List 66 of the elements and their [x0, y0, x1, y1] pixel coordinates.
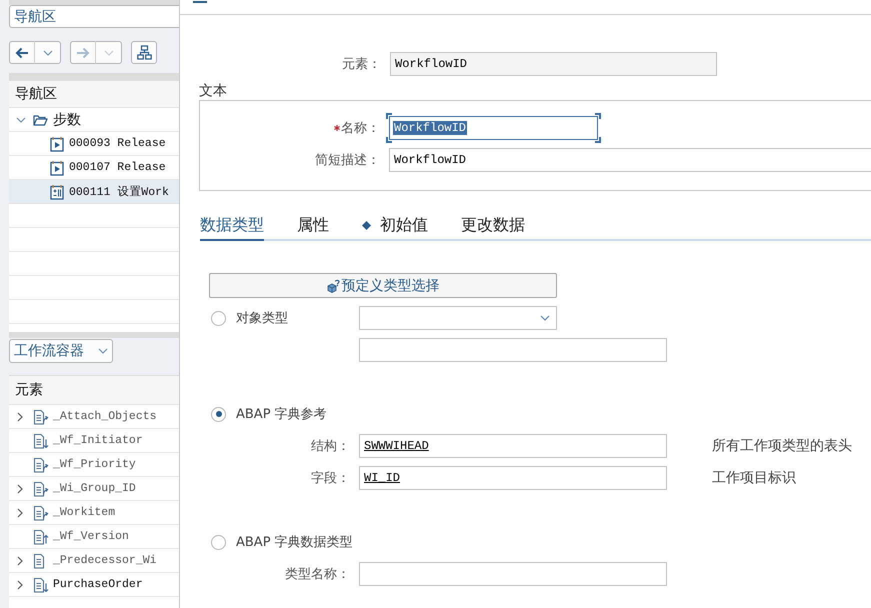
column-header: 元素: [9, 375, 179, 405]
field-label: 字段：: [311, 470, 351, 487]
element-name: _Predecessor_Wi: [53, 554, 157, 567]
element-name: _Wf_Version: [53, 530, 129, 543]
radio-label: 对象类型: [236, 310, 288, 327]
cube-question-icon: [326, 278, 340, 292]
field-description: 所有工作项类型的表头: [712, 437, 852, 455]
chevron-down-icon[interactable]: [16, 116, 26, 122]
field-label: 类型名称：: [285, 566, 351, 583]
play-step-icon: [50, 136, 64, 152]
arrow-left-icon: [15, 46, 29, 58]
caret-down-icon: [98, 348, 108, 354]
hierarchy-icon: [136, 45, 152, 60]
tree-item-label: 000093 Release: [69, 137, 166, 150]
input-field[interactable]: [359, 338, 667, 362]
tree-row[interactable]: 000111 设置Work: [9, 180, 179, 204]
chevron-right-icon[interactable]: [17, 412, 23, 422]
field-label: 结构：: [311, 438, 351, 455]
input-field[interactable]: WI_ID: [359, 466, 667, 490]
predefined-type-button[interactable]: 预定义类型选择: [209, 273, 557, 298]
element-name: _Wf_Initiator: [53, 434, 143, 447]
tree-item-label: 000107 Release: [69, 161, 166, 174]
input-field[interactable]: WorkflowID: [389, 148, 871, 172]
field-label: 元素：: [342, 56, 381, 73]
column-header: 导航区: [9, 80, 179, 108]
folder-icon: [33, 114, 48, 126]
tab[interactable]: 属性: [297, 213, 329, 241]
arrow-right-icon: [76, 46, 90, 58]
dash-icon: [193, 1, 207, 3]
radio-label: ABAP 字典数据类型: [236, 534, 353, 551]
tab[interactable]: 初始值: [362, 213, 428, 241]
navigation-area-selector[interactable]: 导航区: [9, 5, 179, 28]
element-name: PurchaseOrder: [53, 578, 143, 591]
field-description: 工作项目标识: [712, 469, 796, 487]
group-title: 文本: [199, 83, 228, 100]
input-field[interactable]: SWWWIHEAD: [359, 434, 667, 458]
focused-input-field[interactable]: WorkflowID: [386, 113, 601, 143]
tab[interactable]: 数据类型: [200, 213, 264, 241]
input-field[interactable]: [359, 562, 667, 586]
field-label: 名称：: [341, 120, 380, 137]
chevron-down-icon: [540, 315, 550, 321]
caret-down-icon: [104, 50, 114, 56]
radio-button[interactable]: [211, 534, 226, 550]
dropdown-field[interactable]: [359, 306, 557, 330]
chevron-right-icon[interactable]: [17, 580, 23, 590]
container-selector[interactable]: 工作流容器: [9, 339, 113, 363]
calculator-step-icon: [50, 184, 64, 200]
element-name: _Workitem: [53, 506, 116, 519]
play-step-icon: [50, 160, 64, 176]
tree-item-label: 000111 设置Work: [69, 184, 169, 199]
radio-button[interactable]: [211, 310, 226, 326]
radio-button[interactable]: [211, 406, 226, 422]
element-name: _Attach_Objects: [53, 410, 157, 423]
overview-button[interactable]: [131, 41, 157, 64]
chevron-right-icon[interactable]: [17, 484, 23, 494]
back-button[interactable]: [9, 41, 35, 64]
element-name: _Wi_Group_ID: [53, 482, 136, 495]
caret-down-icon: [42, 50, 52, 56]
chevron-right-icon[interactable]: [17, 508, 23, 518]
chevron-right-icon[interactable]: [17, 556, 23, 566]
tab[interactable]: 更改数据: [461, 213, 525, 241]
readonly-field: WorkflowID: [390, 52, 717, 76]
element-name: _Wf_Priority: [53, 458, 136, 471]
field-label: 简短描述：: [315, 152, 380, 169]
tree-item-label: 步数: [53, 110, 81, 128]
radio-label: ABAP 字典参考: [236, 406, 327, 423]
